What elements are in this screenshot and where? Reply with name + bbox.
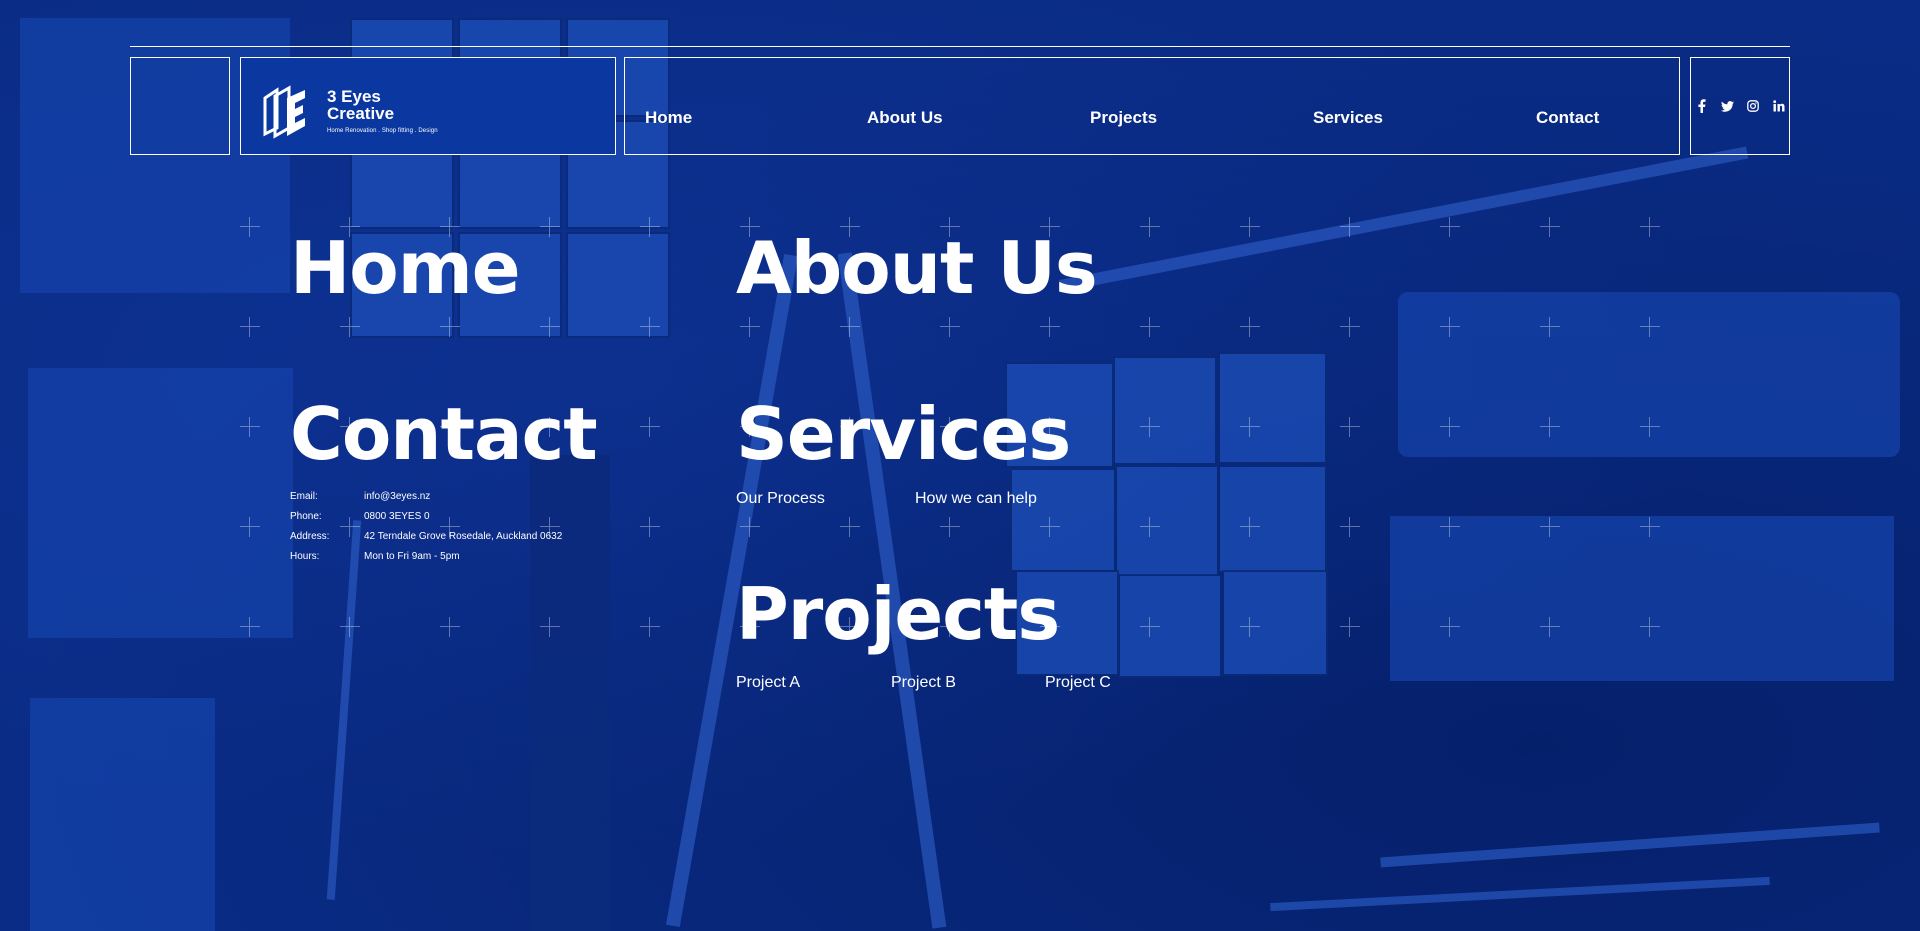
- logo-box[interactable]: 3 Eyes Creative Home Renovation . Shop f…: [240, 57, 616, 155]
- nav-home[interactable]: Home: [645, 108, 692, 128]
- header-divider: [130, 46, 1790, 47]
- brand-name-line1: 3 Eyes: [327, 87, 381, 106]
- section-title-contact[interactable]: Contact: [290, 398, 598, 470]
- services-link-how-we-can-help[interactable]: How we can help: [915, 490, 1037, 508]
- brand-tagline: Home Renovation . Shop fitting . Design: [327, 128, 438, 134]
- section-title-about-us[interactable]: About Us: [736, 232, 1098, 304]
- contact-label: Address:: [290, 531, 330, 542]
- contact-label: Email:: [290, 491, 318, 502]
- contact-hours-value: Mon to Fri 9am - 5pm: [364, 551, 460, 562]
- instagram-icon[interactable]: [1745, 98, 1761, 114]
- header-left-box: [130, 57, 230, 155]
- nav-about-us[interactable]: About Us: [867, 108, 943, 128]
- projects-link-project-a[interactable]: Project A: [736, 674, 800, 692]
- nav-services[interactable]: Services: [1313, 108, 1383, 128]
- brand-name: 3 Eyes Creative: [327, 88, 394, 122]
- brand-name-line2: Creative: [327, 104, 395, 123]
- main-nav: Home About Us Projects Services Contact: [624, 57, 1680, 155]
- social-links: [1690, 57, 1790, 155]
- twitter-icon[interactable]: [1719, 98, 1735, 114]
- linkedin-icon[interactable]: [1771, 98, 1787, 114]
- contact-email-value[interactable]: info@3eyes.nz: [364, 491, 430, 502]
- section-title-services[interactable]: Services: [736, 398, 1071, 470]
- services-link-our-process[interactable]: Our Process: [736, 490, 825, 508]
- projects-link-project-c[interactable]: Project C: [1045, 674, 1111, 692]
- section-title-projects[interactable]: Projects: [736, 578, 1060, 650]
- contact-label: Hours:: [290, 551, 320, 562]
- contact-label: Phone:: [290, 511, 322, 522]
- logo-icon: [263, 85, 305, 139]
- nav-contact[interactable]: Contact: [1536, 108, 1599, 128]
- contact-address-value: 42 Terndale Grove Rosedale, Auckland 063…: [364, 531, 563, 542]
- section-title-home[interactable]: Home: [290, 232, 521, 304]
- projects-link-project-b[interactable]: Project B: [891, 674, 956, 692]
- facebook-icon[interactable]: [1693, 98, 1709, 114]
- nav-projects[interactable]: Projects: [1090, 108, 1157, 128]
- contact-phone-value[interactable]: 0800 3EYES 0: [364, 511, 430, 522]
